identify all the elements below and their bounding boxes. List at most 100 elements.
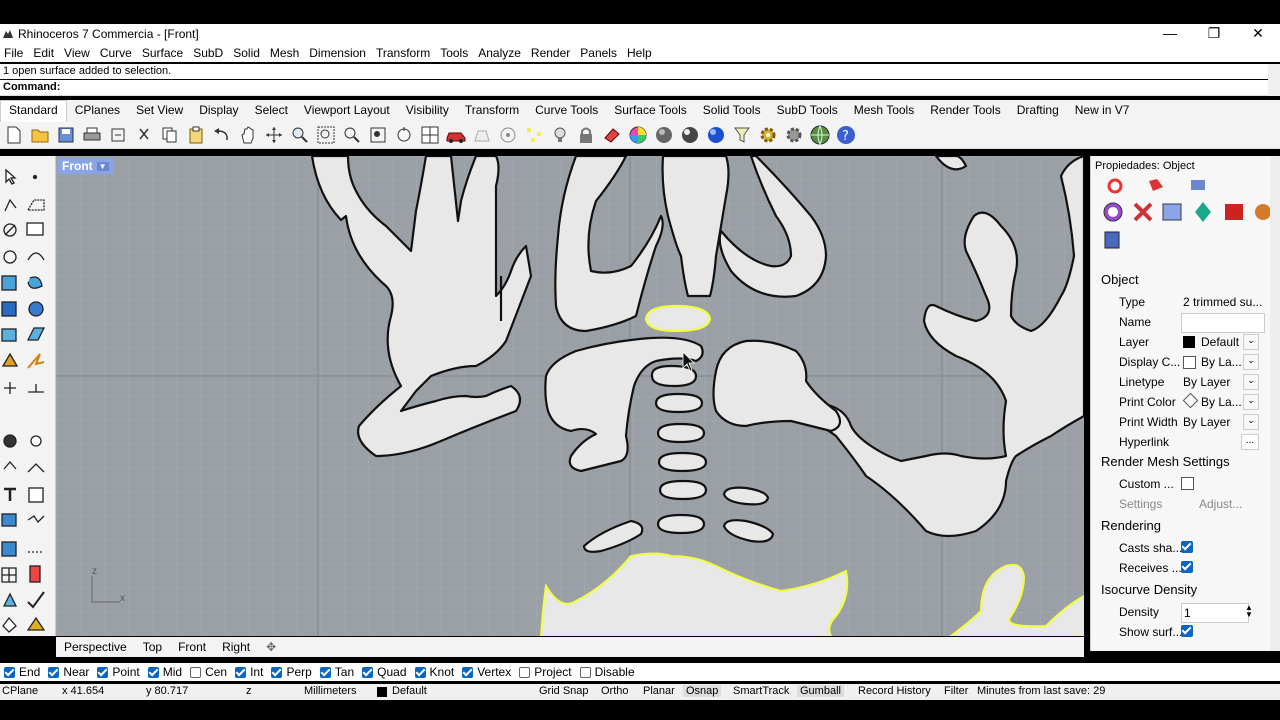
car-icon[interactable] — [446, 125, 466, 145]
selected-pill-shape[interactable] — [644, 304, 712, 333]
chevron-down-icon[interactable]: ⌄ — [1243, 334, 1259, 350]
status-planar[interactable]: Planar — [643, 685, 675, 697]
front-viewport[interactable]: z x Front ▼ — [56, 156, 1084, 636]
chevron-down-icon[interactable]: ⌄ — [1243, 374, 1259, 390]
prop-row-layer[interactable]: Layer Default ⌄ — [1091, 332, 1271, 352]
status-gumball[interactable]: Gumball — [797, 685, 844, 697]
rotate-icon[interactable] — [394, 125, 414, 145]
menu-panels[interactable]: Panels — [580, 46, 617, 60]
osnap-perp[interactable]: Perp — [271, 665, 312, 679]
new-file-icon[interactable] — [4, 125, 24, 145]
tab-select[interactable]: Select — [247, 101, 296, 122]
vertebra-6[interactable] — [656, 513, 706, 535]
osnap-end[interactable]: End — [4, 665, 40, 679]
vertebra-3[interactable] — [656, 422, 706, 444]
osnap-quad[interactable]: Quad — [362, 665, 407, 679]
osnap-cen[interactable]: Cen — [190, 665, 227, 679]
tab-cplanes[interactable]: CPlanes — [67, 101, 128, 122]
status-smarttrack[interactable]: SmartTrack — [733, 685, 789, 697]
custom-mesh-checkbox[interactable] — [1181, 477, 1194, 490]
pan-hand-icon[interactable] — [238, 125, 258, 145]
density-stepper[interactable]: ▲ ▼ — [1245, 604, 1253, 619]
zoom-extents-icon[interactable] — [342, 125, 362, 145]
chevron-down-icon[interactable]: ⌄ — [1243, 354, 1259, 370]
menu-tools[interactable]: Tools — [440, 46, 468, 60]
osnap-int[interactable]: Int — [235, 665, 263, 679]
menu-help[interactable]: Help — [627, 46, 652, 60]
cut-icon[interactable] — [134, 125, 154, 145]
osnap-checkbox[interactable] — [147, 666, 159, 678]
osnap-point[interactable]: Point — [97, 665, 140, 679]
zoom-selected-icon[interactable] — [368, 125, 388, 145]
zoom-window-icon[interactable] — [316, 125, 336, 145]
hyperlink-browse-button[interactable]: ... — [1241, 434, 1259, 450]
status-layer[interactable]: Default — [392, 685, 427, 697]
osnap-checkbox[interactable] — [235, 666, 247, 678]
gear-icon[interactable] — [784, 125, 804, 145]
menu-edit[interactable]: Edit — [33, 46, 54, 60]
osnap-checkbox[interactable] — [462, 666, 474, 678]
viewport-title-tab[interactable]: Front ▼ — [58, 158, 113, 174]
menu-curve[interactable]: Curve — [100, 46, 132, 60]
chevron-down-icon[interactable]: ▼ — [96, 161, 109, 171]
vertebra-2[interactable] — [654, 392, 704, 414]
menu-mesh[interactable]: Mesh — [270, 46, 299, 60]
osnap-checkbox[interactable] — [190, 666, 202, 678]
prop-row-display-color[interactable]: Display C... By La... ⌄ — [1091, 352, 1271, 372]
ghosted-icon[interactable] — [472, 125, 492, 145]
osnap-checkbox[interactable] — [4, 666, 15, 678]
tab-top[interactable]: Top — [143, 640, 162, 654]
select-filter-icon[interactable] — [732, 125, 752, 145]
menu-transform[interactable]: Transform — [376, 46, 430, 60]
osnap-vertex[interactable]: Vertex — [462, 665, 511, 679]
save-icon[interactable] — [56, 125, 76, 145]
menu-file[interactable]: File — [4, 46, 23, 60]
grid-snap-target-icon[interactable] — [498, 125, 518, 145]
tab-right[interactable]: Right — [222, 640, 250, 654]
prop-row-linetype[interactable]: Linetype By Layer ⌄ — [1091, 372, 1271, 392]
shaded-sphere-icon[interactable] — [654, 125, 674, 145]
lightbulb-icon[interactable] — [550, 125, 570, 145]
osnap-checkbox[interactable] — [48, 666, 60, 678]
tab-front[interactable]: Front — [178, 640, 206, 654]
restore-button[interactable]: ❐ — [1192, 25, 1236, 42]
panel-scrollbar[interactable] — [1270, 156, 1280, 651]
status-grid-snap[interactable]: Grid Snap — [539, 685, 589, 697]
osnap-project[interactable]: Project — [519, 665, 572, 679]
globe-icon[interactable] — [810, 125, 830, 145]
tab-new-in-v7[interactable]: New in V7 — [1067, 101, 1138, 122]
osnap-mid[interactable]: Mid — [147, 665, 182, 679]
menu-surface[interactable]: Surface — [142, 46, 183, 60]
prop-row-print-width[interactable]: Print Width By Layer ⌄ — [1091, 412, 1271, 432]
rotate-view-icon[interactable] — [264, 125, 284, 145]
command-scrollbar[interactable] — [1268, 64, 1280, 96]
close-button[interactable]: ✕ — [1236, 25, 1280, 42]
import-icon[interactable] — [108, 125, 128, 145]
tab-standard[interactable]: Standard — [0, 100, 67, 122]
tab-solid-tools[interactable]: Solid Tools — [695, 101, 769, 122]
tab-perspective[interactable]: Perspective — [64, 640, 127, 654]
rendered-sphere-icon[interactable] — [680, 125, 700, 145]
tab-surface-tools[interactable]: Surface Tools — [606, 101, 695, 122]
tab-drafting[interactable]: Drafting — [1009, 101, 1067, 122]
points-icon[interactable] — [524, 125, 544, 145]
osnap-checkbox[interactable] — [519, 666, 531, 678]
help-icon[interactable]: ? — [836, 125, 856, 145]
menu-dimension[interactable]: Dimension — [309, 46, 366, 60]
material-sphere-icon[interactable] — [706, 125, 726, 145]
osnap-tan[interactable]: Tan — [319, 665, 354, 679]
tab-subd-tools[interactable]: SubD Tools — [769, 101, 846, 122]
tab-viewport-layout[interactable]: Viewport Layout — [296, 101, 398, 122]
chevron-down-icon[interactable]: ⌄ — [1243, 414, 1259, 430]
show-surface-checkbox[interactable] — [1181, 625, 1193, 637]
minimize-button[interactable]: — — [1148, 25, 1192, 42]
menu-solid[interactable]: Solid — [233, 46, 260, 60]
tab-render-tools[interactable]: Render Tools — [922, 101, 1009, 122]
osnap-checkbox[interactable] — [414, 666, 426, 678]
density-input[interactable] — [1181, 603, 1249, 623]
adjust-button[interactable]: Adjust... — [1199, 497, 1242, 511]
osnap-checkbox[interactable] — [271, 666, 283, 678]
layer-icon[interactable] — [602, 125, 622, 145]
osnap-knot[interactable]: Knot — [414, 665, 454, 679]
options-gear-icon[interactable] — [758, 125, 778, 145]
